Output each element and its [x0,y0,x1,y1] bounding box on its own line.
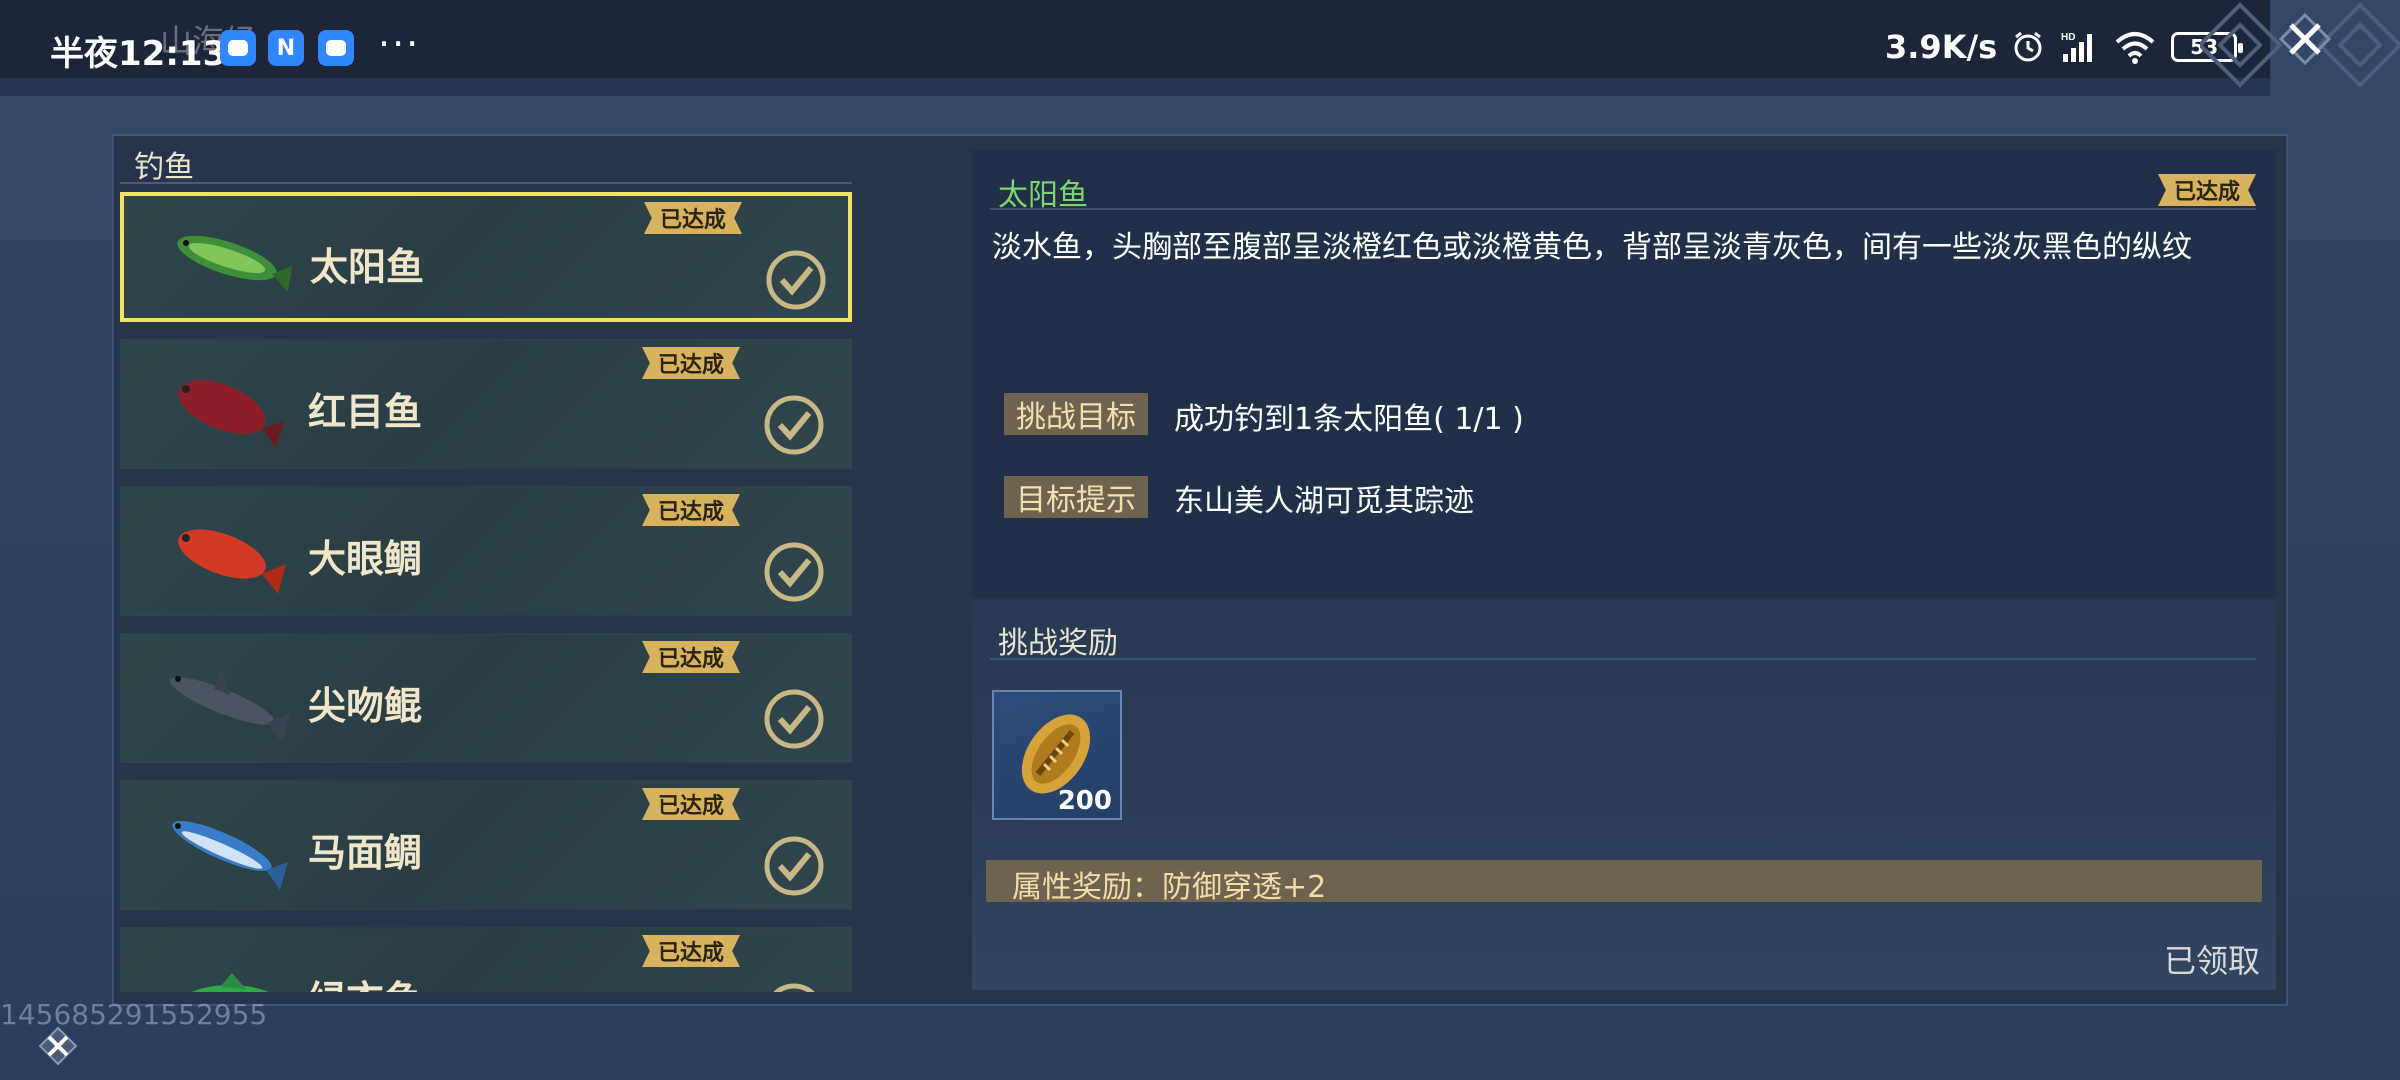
status-time: 半夜12:13 [50,34,227,74]
n-app-icon: N [268,30,304,66]
more-icon: ··· [378,22,421,66]
hint-label: 目标提示 [1004,476,1148,518]
svg-text:HD: HD [2061,32,2075,43]
signal-icon: HD [2061,32,2093,62]
achieved-badge: 已达成 [642,641,740,673]
divider [120,182,852,184]
achieved-badge: 已达成 [642,347,740,379]
fish-name: 绿衣鱼 [308,969,422,992]
alarm-icon [2014,31,2042,62]
check-icon [764,836,824,896]
check-icon [766,250,826,310]
check-icon [764,542,824,602]
close-small-icon[interactable] [38,1026,78,1066]
notification-app-icon [220,30,256,66]
fish-item-sunfish[interactable]: 太阳鱼 已达成 [120,192,852,322]
fish-name: 马面鲷 [308,831,423,875]
check-icon [764,689,824,749]
status-icons: 3.9K/s HD 53 [1885,28,2244,66]
bigeye-fish-icon [178,529,286,594]
network-speed: 3.9K/s [1885,28,1998,66]
fish-item-shark[interactable]: 尖吻鲲 已达成 [120,633,852,763]
sunfish-icon [177,235,292,292]
check-icon [764,395,824,455]
achieved-badge: 已达成 [642,494,740,526]
achieved-badge: 已达成 [644,202,742,234]
reward-quantity: 200 [1057,786,1112,816]
shark-icon [169,667,290,743]
chat-app-icon [318,30,354,66]
achieved-badge: 已达成 [2158,174,2256,206]
redeye-fish-icon [178,380,284,447]
status-bar-shadow [0,78,2270,96]
detail-panel [972,150,2276,598]
attribute-reward: 属性奖励：防御穿透+2 [1012,870,1327,905]
reward-title: 挑战奖励 [998,626,1118,661]
divider [990,658,2256,660]
horseface-fish-icon [172,821,288,890]
fish-item-green[interactable]: 绿衣鱼 已达成 [120,927,852,992]
fish-name: 红目鱼 [308,390,423,434]
fish-name: 大眼鲷 [308,537,423,581]
fish-item-bigeye[interactable]: 大眼鲷 已达成 [120,486,852,616]
fish-item-redeye[interactable]: 红目鱼 已达成 [120,339,852,469]
close-icon[interactable] [2270,4,2340,74]
reward-item[interactable]: 200 [992,690,1122,820]
check-icon [773,983,815,992]
fish-list[interactable]: 太阳鱼 已达成 红目鱼 已达成 大眼鲷 已达成 尖吻鲲 已达成 马面鲷 已达成 … [120,192,854,992]
fish-name: 太阳鱼 [310,245,425,289]
fish-name: 尖吻鲲 [308,684,423,728]
green-fish-icon [192,973,268,992]
divider [990,208,2256,210]
fishing-category-title: 钓鱼 [134,150,194,185]
achieved-badge: 已达成 [642,935,740,967]
goal-label: 挑战目标 [1004,393,1148,435]
achieved-badge: 已达成 [642,788,740,820]
hint-text: 东山美人湖可觅其踪迹 [1174,484,1474,519]
wifi-icon [2115,32,2155,64]
fish-item-horseface[interactable]: 马面鲷 已达成 [120,780,852,910]
claimed-status: 已领取 [2164,942,2261,980]
fish-description: 淡水鱼，头胸部至腹部呈淡橙红色或淡橙黄色，背部呈淡青灰色，间有一些淡灰黑色的纵纹 [992,230,2192,265]
goal-text: 成功钓到1条太阳鱼( 1/1 ) [1174,402,1524,437]
